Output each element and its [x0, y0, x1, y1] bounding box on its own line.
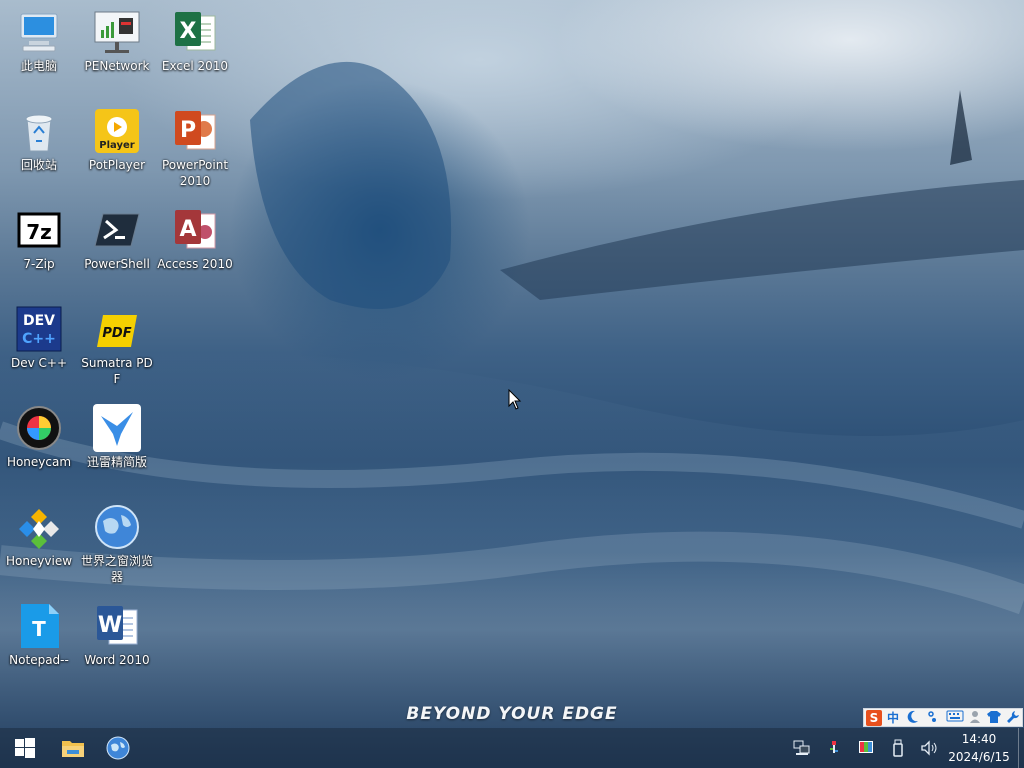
desktop-icon-this-pc[interactable]: 此电脑	[1, 8, 77, 74]
taskbar-browser[interactable]	[95, 728, 141, 768]
svg-text:7z: 7z	[26, 220, 52, 244]
punctuation-icon[interactable]	[926, 710, 940, 726]
desktop-icon-label: PotPlayer	[88, 158, 146, 172]
desktop-icon-potplayer[interactable]: Player PotPlayer	[79, 107, 155, 173]
desktop-icon-label: 回收站	[20, 158, 57, 172]
desktop-icon-honeycam[interactable]: Honeycam	[1, 404, 77, 470]
clock-date: 2024/6/15	[948, 750, 1010, 764]
desktop-icon-label: 此电脑	[20, 59, 57, 73]
devcpp-icon: DEV C++	[15, 305, 63, 353]
svg-text:Player: Player	[99, 140, 134, 151]
mouse-cursor-icon	[508, 388, 522, 415]
desktop-icon-label: PowerShell	[84, 257, 150, 271]
desktop-icon-label: Dev C++	[10, 356, 68, 370]
show-desktop-button[interactable]	[1018, 728, 1024, 768]
desktop-icon-sumatra-pdf[interactable]: PDF Sumatra PDF	[79, 305, 155, 387]
sogou-logo-icon[interactable]: S	[866, 710, 882, 726]
skin-icon[interactable]	[986, 710, 1002, 726]
desktop-icon-label: Access 2010	[157, 257, 233, 271]
desktop-icon-notepad[interactable]: T Notepad--	[1, 602, 77, 668]
desktop-icon-penetwork[interactable]: PENetwork	[79, 8, 155, 74]
desktop-icon-label: Notepad--	[9, 653, 69, 667]
user-icon[interactable]	[968, 710, 982, 726]
clock-time: 14:40	[961, 732, 997, 746]
desktop-icon-dev-cpp[interactable]: DEV C++ Dev C++	[1, 305, 77, 371]
desktop-icon-theworld-browser[interactable]: 世界之窗浏览器	[79, 503, 155, 585]
notepad-icon: T	[15, 602, 63, 650]
ime-mode-toggle[interactable]: 中	[885, 710, 901, 726]
desktop-icon-label: 7-Zip	[23, 257, 55, 271]
desktop-icon-recycle-bin[interactable]: 回收站	[1, 107, 77, 173]
windows-start-icon	[15, 738, 35, 758]
removable-drive-icon[interactable]	[888, 738, 908, 758]
desktop-icon-7zip[interactable]: 7z 7-Zip	[1, 206, 77, 272]
desktop-icon-excel-2010[interactable]: X Excel 2010	[157, 8, 233, 74]
powershell-icon	[93, 206, 141, 254]
keyboard-icon[interactable]	[946, 710, 964, 726]
excel-icon: X	[171, 8, 219, 56]
desktop-icon-label: Honeycam	[6, 455, 72, 469]
svg-text:A: A	[179, 217, 196, 242]
taskbar-file-explorer[interactable]	[50, 728, 96, 768]
svg-text:C++: C++	[22, 331, 56, 347]
desktop-icon-label: Sumatra PDF	[81, 356, 153, 386]
taskbar-clock[interactable]: 14:40 2024/6/15	[944, 730, 1014, 766]
wallpaper-slogan: BEYOND YOUR EDGE	[406, 704, 618, 724]
potplayer-icon: Player	[93, 107, 141, 155]
desktop-icon-word-2010[interactable]: W Word 2010	[79, 602, 155, 668]
desktop-icon-xunlei[interactable]: 迅雷精简版	[79, 404, 155, 470]
honeycam-icon	[15, 404, 63, 452]
svg-text:X: X	[180, 19, 197, 44]
volume-icon[interactable]	[920, 738, 940, 758]
network-monitor-icon	[93, 8, 141, 56]
word-icon: W	[93, 602, 141, 650]
usb-tray-icon[interactable]	[824, 738, 844, 758]
desktop-icon-label: PENetwork	[84, 59, 150, 73]
desktop-icon-label: Excel 2010	[161, 59, 229, 73]
powerpoint-icon: P	[171, 107, 219, 155]
desktop-icon-honeyview[interactable]: Honeyview	[1, 503, 77, 569]
desktop-icon-label: 迅雷精简版	[86, 455, 147, 469]
ime-toolbar[interactable]: S 中	[863, 708, 1023, 727]
desktop-icon-label: PowerPoint 2010	[161, 158, 229, 188]
globe-browser-icon	[93, 503, 141, 551]
desktop-icon-powerpoint-2010[interactable]: P PowerPoint 2010	[157, 107, 233, 189]
moon-icon[interactable]	[906, 710, 920, 726]
desktop-icon-label: 世界之窗浏览器	[80, 554, 153, 584]
wrench-icon[interactable]	[1006, 710, 1020, 726]
desktop-icon-access-2010[interactable]: A Access 2010	[157, 206, 233, 272]
svg-text:DEV: DEV	[23, 313, 55, 329]
svg-text:PDF: PDF	[102, 326, 131, 341]
sumatra-pdf-icon: PDF	[93, 305, 141, 353]
7zip-icon: 7z	[15, 206, 63, 254]
desktop-icon-powershell[interactable]: PowerShell	[79, 206, 155, 272]
access-icon: A	[171, 206, 219, 254]
desktop-icon-label: Honeyview	[5, 554, 73, 568]
recycle-bin-icon	[15, 107, 63, 155]
start-button[interactable]	[2, 728, 48, 768]
svg-text:P: P	[180, 118, 196, 143]
svg-text:T: T	[32, 617, 46, 641]
browser-globe-icon	[106, 736, 130, 760]
svg-text:W: W	[98, 613, 122, 638]
display-tray-icon[interactable]	[856, 738, 876, 758]
network-tray-icon[interactable]	[792, 738, 812, 758]
honeyview-icon	[15, 503, 63, 551]
desktop-icon-label: Word 2010	[84, 653, 150, 667]
file-explorer-icon	[62, 741, 84, 757]
taskbar: 14:40 2024/6/15	[0, 728, 1024, 768]
computer-icon	[15, 8, 63, 56]
xunlei-icon	[93, 404, 141, 452]
